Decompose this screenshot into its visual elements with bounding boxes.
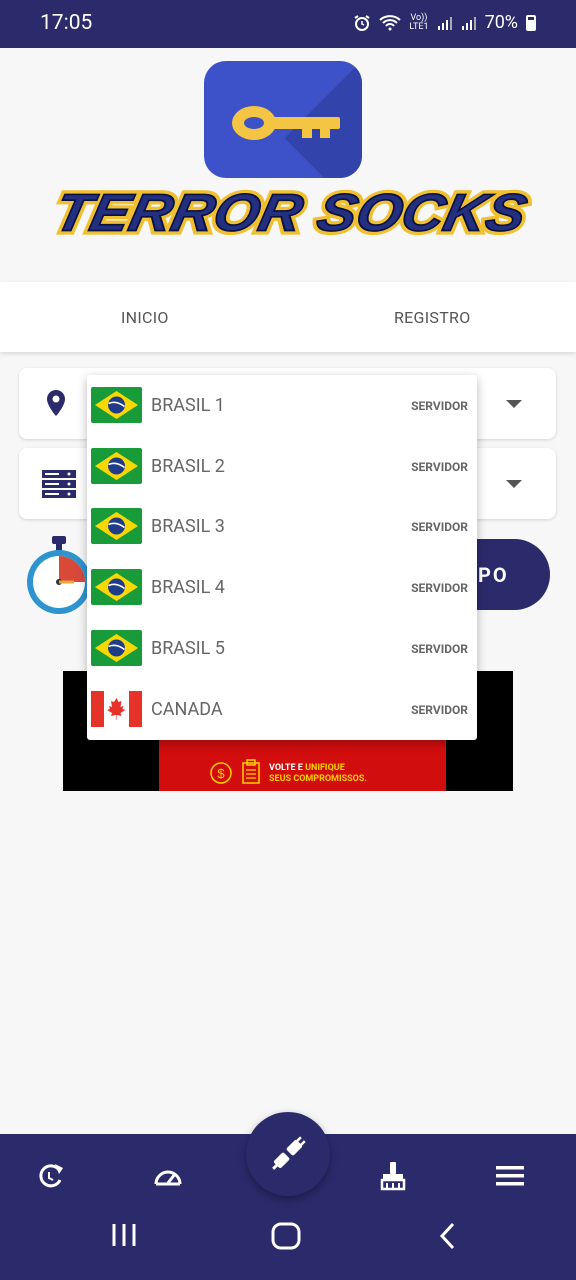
back-icon[interactable] xyxy=(436,1222,460,1250)
server-dropdown: BRASIL 1 SERVIDOR BRASIL 2 SERVIDOR BRASIL… xyxy=(87,375,477,740)
ad-text: VOLTE E UNIFIQUE SEUS COMPROMISSOS. xyxy=(269,763,368,784)
cleaner-brush-icon[interactable] xyxy=(373,1156,413,1196)
server-type-label: SERVIDOR xyxy=(411,581,468,596)
key-icon xyxy=(232,106,340,140)
wifi-icon xyxy=(379,14,402,30)
server-name: BRASIL 2 xyxy=(151,455,225,477)
server-type-label: SERVIDOR xyxy=(411,399,468,413)
brazil-flag-icon xyxy=(91,508,142,545)
status-bar: 17:05 Vo)) LTE1 70% xyxy=(0,0,576,48)
server-name: BRASIL 5 xyxy=(151,637,225,659)
connect-fab[interactable] xyxy=(246,1112,330,1196)
dropdown-item[interactable]: BRASIL 1 SERVIDOR xyxy=(87,375,477,436)
brand-logo: TERROR SOCKS TERROR SOCKS xyxy=(45,188,537,247)
dropdown-item[interactable]: BRASIL 4 SERVIDOR xyxy=(87,557,477,618)
signal-icon xyxy=(461,16,476,30)
dropdown-item[interactable]: BRASIL 3 SERVIDOR xyxy=(87,496,477,557)
stopwatch-icon xyxy=(27,536,91,614)
server-name: BRASIL 4 xyxy=(151,577,225,599)
coin-icon: $ xyxy=(210,762,232,784)
status-icons: Vo)) LTE1 70% xyxy=(353,12,536,33)
brazil-flag-icon xyxy=(91,447,142,484)
dropdown-item[interactable]: BRASIL 2 SERVIDOR xyxy=(87,436,477,497)
svg-text:$: $ xyxy=(217,766,225,781)
network-type-label: Vo)) LTE1 xyxy=(409,12,429,32)
server-stack-icon xyxy=(42,470,76,498)
server-name: CANADA xyxy=(151,698,223,720)
dropdown-item[interactable]: BRASIL 5 SERVIDOR xyxy=(87,618,477,679)
signal-icon xyxy=(437,16,452,30)
server-type-label: SERVIDOR xyxy=(411,641,468,656)
alarm-icon xyxy=(354,14,370,31)
battery-percent: 70% xyxy=(484,12,518,33)
svg-text:TERROR SOCKS: TERROR SOCKS xyxy=(49,188,531,242)
tab-registro[interactable]: REGISTRO xyxy=(394,308,471,327)
canada-flag-icon xyxy=(91,690,142,727)
status-time: 17:05 xyxy=(40,11,93,35)
chevron-down-icon[interactable] xyxy=(506,400,522,408)
server-type-label: SERVIDOR xyxy=(411,459,468,474)
server-name: BRASIL 3 xyxy=(151,516,225,538)
chevron-down-icon[interactable] xyxy=(506,480,522,488)
menu-icon[interactable] xyxy=(490,1156,530,1196)
server-type-label: SERVIDOR xyxy=(411,520,468,535)
header: TERROR SOCKS TERROR SOCKS xyxy=(0,48,576,281)
brazil-flag-icon xyxy=(91,569,142,606)
location-pin-icon xyxy=(47,390,65,416)
clipboard-icon xyxy=(242,759,260,784)
ad-red-panel: $ VOLTE E UNIFIQUE SEUS COMPROMISSOS. xyxy=(159,739,446,791)
recent-apps-icon[interactable] xyxy=(110,1222,140,1248)
tab-bar: INICIO REGISTRO xyxy=(0,282,576,352)
speedometer-icon[interactable] xyxy=(148,1156,188,1196)
tab-inicio[interactable]: INICIO xyxy=(121,308,169,327)
dropdown-item[interactable]: CANADA SERVIDOR xyxy=(87,679,477,740)
battery-icon xyxy=(526,14,536,31)
brazil-flag-icon xyxy=(91,629,142,666)
refresh-icon[interactable] xyxy=(31,1156,71,1196)
server-name: BRASIL 1 xyxy=(151,395,225,416)
app-logo xyxy=(204,61,362,178)
server-type-label: SERVIDOR xyxy=(411,702,468,717)
brazil-flag-icon xyxy=(91,387,142,423)
plug-icon xyxy=(272,1136,306,1170)
home-icon[interactable] xyxy=(271,1222,301,1250)
